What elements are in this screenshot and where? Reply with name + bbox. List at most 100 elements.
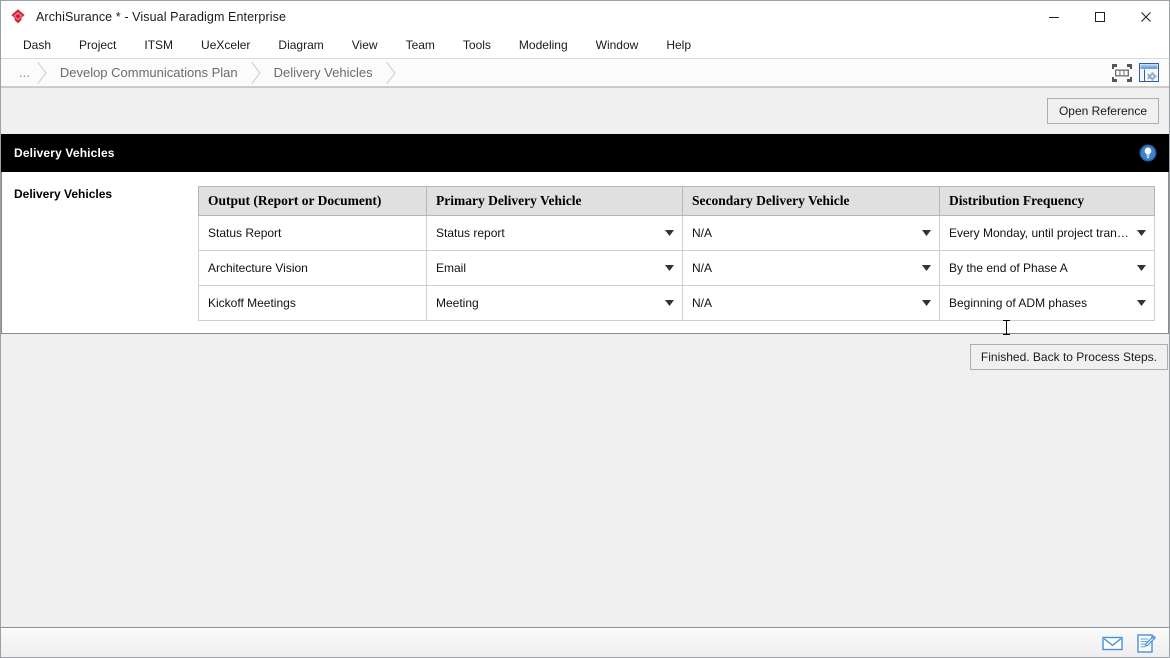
cell-output: Status Report	[198, 215, 427, 251]
output-value: Status Report	[208, 226, 282, 240]
distribution-frequency-dropdown[interactable]: By the end of Phase A	[941, 252, 1154, 284]
cell-frequency[interactable]: By the end of Phase A	[939, 250, 1155, 286]
chevron-down-icon	[663, 262, 675, 274]
secondary-delivery-vehicle-dropdown[interactable]: N/A	[684, 217, 939, 249]
primary-delivery-vehicle-dropdown[interactable]: Meeting	[428, 287, 682, 319]
note-edit-icon[interactable]	[1135, 632, 1157, 654]
primary-delivery-vehicle-value: Status report	[436, 226, 505, 240]
text-cursor	[1003, 320, 1010, 335]
breadcrumb-items: ... Develop Communications Plan Delivery…	[7, 59, 393, 86]
fit-to-screen-icon[interactable]	[1111, 62, 1133, 83]
table-row: Status Report Status report N/A Every Mo…	[198, 215, 1155, 251]
chevron-down-icon	[663, 227, 675, 239]
primary-delivery-vehicle-dropdown[interactable]: Email	[428, 252, 682, 284]
window-settings-icon[interactable]	[1138, 62, 1160, 83]
cell-frequency[interactable]: Beginning of ADM phases	[939, 285, 1155, 321]
chevron-down-icon	[920, 227, 932, 239]
section-header: Delivery Vehicles	[1, 134, 1169, 172]
chevron-down-icon	[663, 297, 675, 309]
cell-secondary[interactable]: N/A	[682, 215, 940, 251]
mail-icon[interactable]	[1101, 632, 1123, 654]
breadcrumb-item-label: Develop Communications Plan	[59, 65, 238, 80]
application-window: ArchiSurance * - Visual Paradigm Enterpr…	[0, 0, 1170, 658]
menu-item-itsm[interactable]: ITSM	[130, 34, 187, 56]
column-header-secondary-delivery-vehicle: Secondary Delivery Vehicle	[682, 186, 940, 216]
empty-canvas	[1, 370, 1169, 628]
chevron-down-icon	[1135, 262, 1147, 274]
breadcrumb-item-develop-communications-plan[interactable]: Develop Communications Plan	[44, 59, 258, 86]
breadcrumb: ... Develop Communications Plan Delivery…	[1, 58, 1169, 87]
menu-item-tools[interactable]: Tools	[449, 34, 505, 56]
window-controls	[1031, 1, 1169, 32]
table-body: Status Report Status report N/A Every Mo…	[198, 215, 1155, 321]
chevron-down-icon	[1135, 227, 1147, 239]
section-title: Delivery Vehicles	[14, 146, 115, 160]
lower-area: Finished. Back to Process Steps.	[1, 320, 1169, 628]
status-bar	[1, 628, 1169, 657]
output-value: Architecture Vision	[208, 261, 308, 275]
primary-delivery-vehicle-value: Email	[436, 261, 467, 275]
delivery-vehicles-table: Output (Report or Document) Primary Deli…	[198, 186, 1155, 321]
info-bulb-icon[interactable]	[1137, 142, 1159, 164]
cell-output: Architecture Vision	[198, 250, 427, 286]
secondary-delivery-vehicle-dropdown[interactable]: N/A	[684, 252, 939, 284]
chevron-down-icon	[1135, 297, 1147, 309]
delivery-vehicles-table-wrapper: Output (Report or Document) Primary Deli…	[198, 172, 1169, 333]
cell-output: Kickoff Meetings	[198, 285, 427, 321]
finish-action-row: Finished. Back to Process Steps.	[1, 334, 1169, 370]
cell-primary[interactable]: Email	[426, 250, 683, 286]
content-area: Open Reference Delivery Vehicles Deliver…	[1, 87, 1169, 628]
table-header-row: Output (Report or Document) Primary Deli…	[198, 186, 1155, 216]
distribution-frequency-value: By the end of Phase A	[949, 261, 1068, 275]
distribution-frequency-value: Beginning of ADM phases	[949, 296, 1088, 310]
table-row: Kickoff Meetings Meeting N/A Beginning o…	[198, 285, 1155, 321]
cell-frequency[interactable]: Every Monday, until project transition	[939, 215, 1155, 251]
menu-item-team[interactable]: Team	[392, 34, 449, 56]
visual-paradigm-diamond-logo-icon	[8, 7, 28, 27]
form-label-column: Delivery Vehicles	[2, 172, 198, 333]
column-header-distribution-frequency: Distribution Frequency	[939, 186, 1155, 216]
chevron-down-icon	[920, 262, 932, 274]
cell-primary[interactable]: Status report	[426, 215, 683, 251]
secondary-delivery-vehicle-dropdown[interactable]: N/A	[684, 287, 939, 319]
window-title: ArchiSurance * - Visual Paradigm Enterpr…	[36, 9, 287, 24]
secondary-delivery-vehicle-value: N/A	[692, 296, 713, 310]
secondary-delivery-vehicle-value: N/A	[692, 226, 713, 240]
column-header-output: Output (Report or Document)	[198, 186, 427, 216]
distribution-frequency-value: Every Monday, until project transition	[949, 226, 1129, 240]
menu-item-diagram[interactable]: Diagram	[264, 34, 337, 56]
menu-item-project[interactable]: Project	[65, 34, 130, 56]
breadcrumb-item-ellipsis[interactable]: ...	[7, 59, 44, 86]
close-icon[interactable]	[1123, 1, 1169, 32]
menu-item-uexceler[interactable]: UeXceler	[187, 34, 264, 56]
menu-item-view[interactable]: View	[338, 34, 392, 56]
form-section-label: Delivery Vehicles	[14, 187, 113, 201]
cell-secondary[interactable]: N/A	[682, 285, 940, 321]
primary-delivery-vehicle-dropdown[interactable]: Status report	[428, 217, 682, 249]
output-value: Kickoff Meetings	[208, 296, 296, 310]
menu-item-window[interactable]: Window	[582, 34, 653, 56]
cell-secondary[interactable]: N/A	[682, 250, 940, 286]
table-header: Output (Report or Document) Primary Deli…	[198, 186, 1155, 216]
menu-item-dash[interactable]: Dash	[9, 34, 65, 56]
breadcrumb-toolbar	[1111, 59, 1169, 86]
finished-back-to-process-steps-button[interactable]: Finished. Back to Process Steps.	[969, 344, 1168, 370]
breadcrumb-item-delivery-vehicles[interactable]: Delivery Vehicles	[258, 59, 393, 86]
cell-primary[interactable]: Meeting	[426, 285, 683, 321]
menu-item-modeling[interactable]: Modeling	[505, 34, 582, 56]
column-header-primary-delivery-vehicle: Primary Delivery Vehicle	[426, 186, 683, 216]
secondary-delivery-vehicle-value: N/A	[692, 261, 713, 275]
open-reference-button[interactable]: Open Reference	[1046, 98, 1159, 124]
maximize-icon[interactable]	[1077, 1, 1123, 32]
reference-toolbar: Open Reference	[1, 88, 1169, 134]
breadcrumb-item-label: ...	[19, 65, 30, 80]
chevron-down-icon	[920, 297, 932, 309]
table-row: Architecture Vision Email N/A By the end…	[198, 250, 1155, 286]
minimize-icon[interactable]	[1031, 1, 1077, 32]
primary-delivery-vehicle-value: Meeting	[436, 296, 479, 310]
distribution-frequency-dropdown[interactable]: Beginning of ADM phases	[941, 287, 1154, 319]
menu-item-help[interactable]: Help	[652, 34, 705, 56]
menu-bar: Dash Project ITSM UeXceler Diagram View …	[1, 33, 1169, 58]
distribution-frequency-dropdown[interactable]: Every Monday, until project transition	[941, 217, 1154, 249]
delivery-vehicles-form-panel: Delivery Vehicles Output (Report or Docu…	[1, 172, 1169, 334]
